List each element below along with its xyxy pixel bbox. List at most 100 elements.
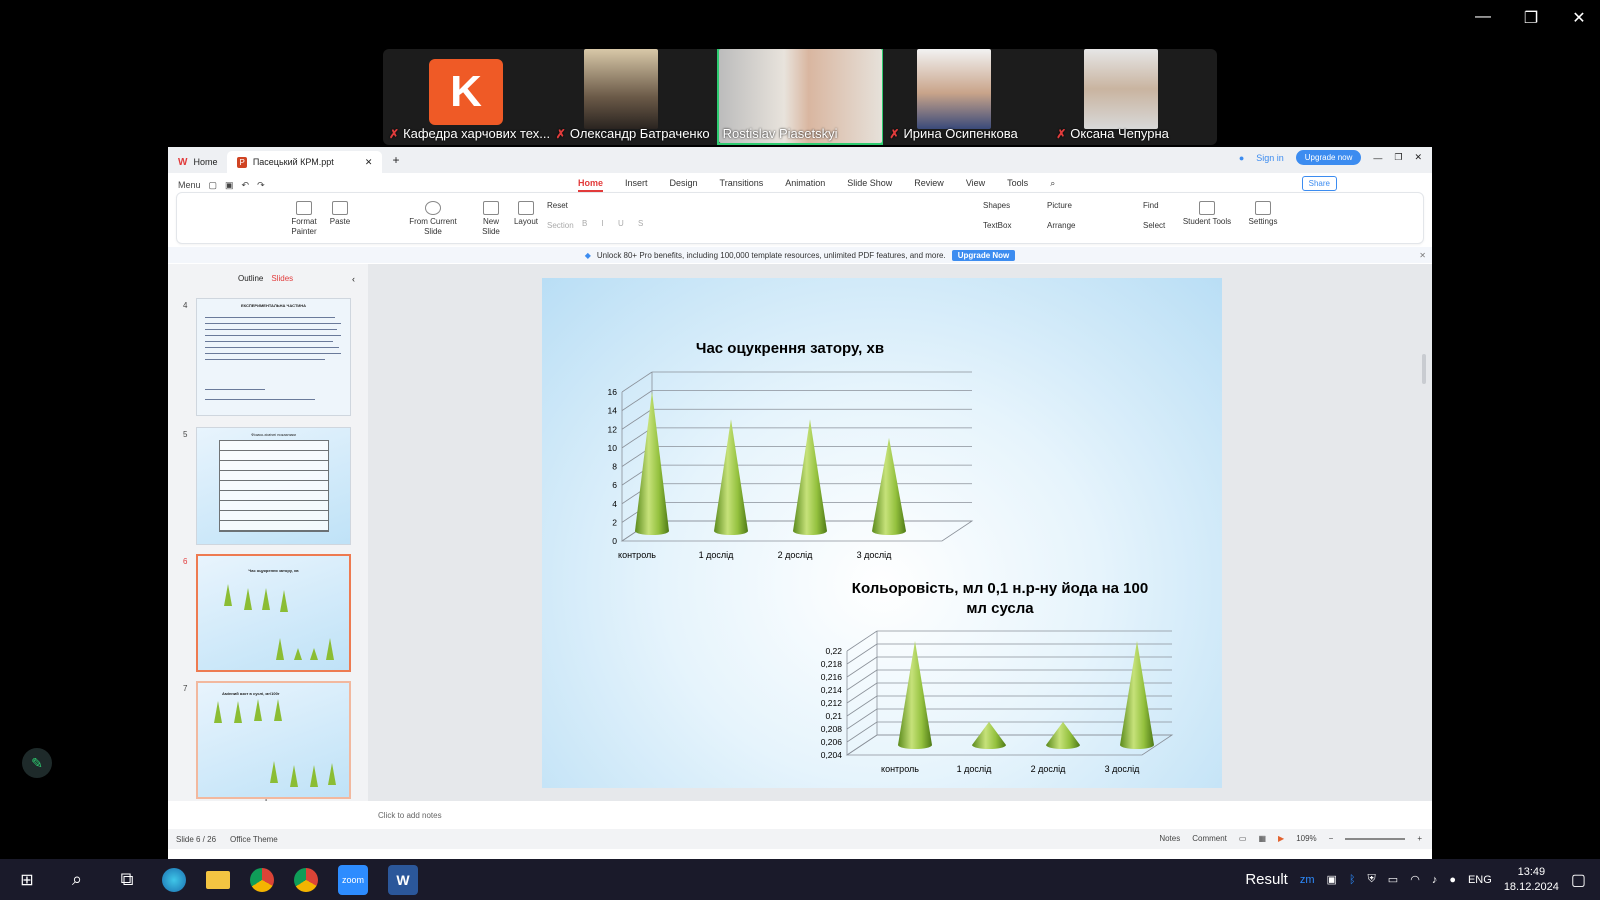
participant-tile-active[interactable]: Rostislav Piasetskyi [716, 49, 884, 145]
section-button[interactable]: Section [547, 221, 574, 230]
minimize-button[interactable]: — [1472, 8, 1494, 28]
bluetooth-icon[interactable]: ᛒ [1349, 874, 1356, 886]
participant-tile[interactable]: ✗ Олександр Батраченко [550, 49, 717, 145]
slide-thumbnail[interactable]: Амінний азот в суслі, мг/100г [196, 681, 351, 799]
shapes-button[interactable]: Shapes [983, 201, 1010, 210]
participant-video [1084, 49, 1159, 129]
sign-in-link[interactable]: Sign in [1256, 153, 1284, 163]
format-painter-button[interactable]: Format Painter [289, 201, 319, 237]
student-tools-button[interactable]: Student Tools [1181, 201, 1233, 227]
participant-tile[interactable]: ✗ Ирина Осипенкова [883, 49, 1050, 145]
find-button[interactable]: Find [1143, 201, 1159, 210]
undo-icon[interactable]: ↶ [242, 180, 250, 191]
minimize-icon[interactable]: — [1373, 153, 1382, 163]
close-icon[interactable]: ✕ [1414, 152, 1422, 163]
notifications-icon[interactable]: ▢ [1571, 870, 1586, 890]
banner-upgrade-button[interactable]: Upgrade Now [951, 249, 1016, 261]
select-button[interactable]: Select [1143, 221, 1165, 230]
file-explorer-icon[interactable] [206, 870, 230, 889]
chrome-icon[interactable] [250, 867, 274, 892]
current-slide[interactable]: Час оцукрення затору, хв 0 2 4 6 8 10 12 14 16 кон… [542, 278, 1222, 788]
tab-transitions[interactable]: Transitions [720, 178, 764, 192]
tab-animation[interactable]: Animation [785, 178, 825, 192]
close-button[interactable]: ✕ [1568, 8, 1590, 28]
microphone-icon[interactable]: ● [1449, 874, 1456, 886]
task-view-icon[interactable]: ⧉ [112, 865, 142, 895]
tab-slide-show[interactable]: Slide Show [847, 178, 892, 192]
collapse-panel-icon[interactable]: ‹ [352, 274, 355, 284]
result-label[interactable]: Result [1245, 871, 1288, 888]
slide-thumbnail[interactable]: Фізико-хімічні показники [196, 427, 351, 545]
tab-view[interactable]: View [966, 178, 985, 192]
menu-button[interactable]: Menu [178, 180, 201, 190]
tab-review[interactable]: Review [914, 178, 944, 192]
search-icon[interactable]: ⌕ [62, 865, 92, 895]
wifi-icon[interactable]: ◠ [1410, 873, 1420, 886]
tab-home[interactable]: W Home [168, 151, 227, 173]
tab-insert[interactable]: Insert [625, 178, 648, 192]
zoom-slider[interactable] [1345, 837, 1406, 840]
shield-icon[interactable]: ⛨ [1368, 873, 1376, 886]
slide-thumbnail[interactable]: ЕКСПЕРИМЕНТАЛЬНА ЧАСТИНА [196, 298, 351, 416]
paste-button[interactable]: Paste [327, 201, 353, 227]
battery-icon[interactable]: ▭ [1388, 873, 1398, 886]
tab-design[interactable]: Design [670, 178, 698, 192]
normal-view-icon[interactable]: ▭ [1239, 834, 1247, 843]
arrange-button[interactable]: Arrange [1047, 221, 1075, 230]
tab-outline[interactable]: Outline [238, 274, 263, 283]
word-icon[interactable]: W [388, 864, 418, 895]
save-icon[interactable]: ▣ [225, 180, 234, 191]
tab-home-ribbon[interactable]: Home [578, 178, 604, 192]
close-banner-icon[interactable]: ✕ [1419, 251, 1426, 260]
tab-slides[interactable]: Slides [271, 274, 293, 283]
search-icon[interactable]: ⌕ [1050, 178, 1055, 192]
participant-video [917, 49, 992, 129]
upgrade-now-button[interactable]: Upgrade now [1295, 150, 1362, 165]
chrome-profile-icon[interactable] [294, 867, 318, 892]
from-current-slide-button[interactable]: From Current Slide [407, 201, 459, 237]
layout-button[interactable]: Layout [510, 201, 542, 227]
notes-area[interactable]: Click to add notes [168, 801, 1432, 829]
zoom-level[interactable]: 109% [1296, 834, 1316, 843]
notes-toggle[interactable]: Notes [1159, 834, 1180, 843]
slide-thumbnail-selected[interactable]: Час оцукрення затору, хв [196, 554, 351, 672]
comment-toggle[interactable]: Comment [1192, 834, 1227, 843]
grid-diagonal [621, 408, 653, 430]
open-icon[interactable]: ▢ [209, 180, 218, 191]
reset-button[interactable]: Reset [547, 201, 568, 210]
network-tray-icon[interactable]: ▣ [1327, 873, 1337, 886]
slide-sorter-icon[interactable]: ▦ [1258, 834, 1266, 843]
vertical-scrollbar[interactable] [1422, 354, 1426, 384]
restore-button[interactable]: ❐ [1520, 8, 1542, 28]
language-indicator[interactable]: ENG [1468, 874, 1492, 886]
thumbnail-title: Фізико-хімічні показники [251, 432, 296, 437]
close-tab-icon[interactable]: ✕ [365, 157, 373, 168]
font-format-buttons[interactable]: B I U S [582, 219, 649, 228]
zoom-app-icon[interactable]: zoom [338, 864, 368, 895]
system-tray: Result zm ▣ ᛒ ⛨ ▭ ◠ ♪ ● ENG 13:49 18.12.… [1245, 859, 1586, 900]
zoom-out-icon[interactable]: − [1329, 834, 1334, 843]
participant-tile[interactable]: ✗ Оксана Чепурна [1050, 49, 1217, 145]
restore-icon[interactable]: ❐ [1394, 152, 1402, 163]
grid-diagonal [621, 390, 653, 411]
edge-icon[interactable] [162, 867, 186, 892]
play-slideshow-icon[interactable]: ▶ [1278, 834, 1284, 843]
zoom-tray-icon[interactable]: zm [1300, 874, 1315, 886]
settings-button[interactable]: Settings [1243, 201, 1283, 227]
clock[interactable]: 13:49 18.12.2024 [1504, 865, 1559, 895]
theme-name[interactable]: Office Theme [230, 835, 278, 844]
x-tick-label: контроль [618, 550, 656, 560]
textbox-button[interactable]: TextBox [983, 221, 1011, 230]
volume-icon[interactable]: ♪ [1432, 874, 1438, 886]
new-slide-button[interactable]: New Slide [477, 201, 505, 237]
zoom-in-icon[interactable]: + [1417, 834, 1422, 843]
new-tab-button[interactable]: + [392, 153, 399, 167]
tab-tools[interactable]: Tools [1007, 178, 1028, 192]
annotate-pen-icon[interactable]: ✎ [22, 748, 52, 778]
redo-icon[interactable]: ↷ [257, 180, 265, 191]
participant-tile[interactable]: K ✗ Кафедра харчових тех... [383, 49, 550, 145]
tab-document[interactable]: P Пасецький КРМ.ppt ✕ [227, 151, 383, 173]
picture-button[interactable]: Picture [1047, 201, 1072, 210]
start-icon[interactable]: ⊞ [12, 865, 42, 895]
share-button[interactable]: Share [1301, 176, 1337, 191]
